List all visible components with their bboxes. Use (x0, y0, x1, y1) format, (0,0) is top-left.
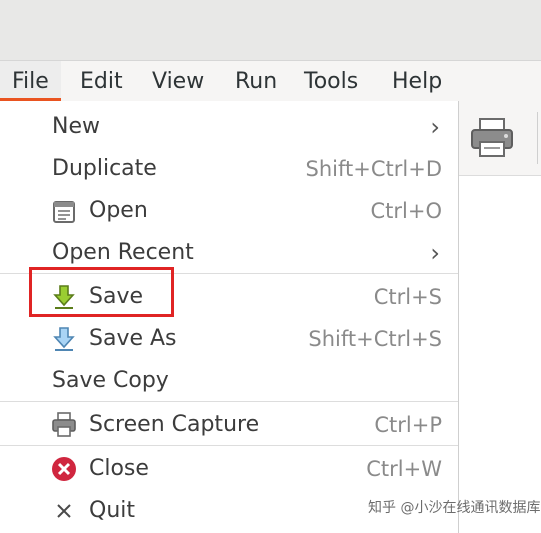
menu-run[interactable]: Run (223, 61, 289, 101)
menu-item-shortcut: Shift+Ctrl+S (308, 327, 442, 351)
save-as-arrow-icon (50, 325, 78, 353)
menu-item-shortcut: Ctrl+P (374, 413, 442, 437)
menu-item-label: Screen Capture (89, 412, 260, 437)
watermark-text: 知乎 @小沙在线通讯数据库 (368, 500, 541, 516)
menu-edit[interactable]: Edit (68, 61, 135, 101)
menu-item-duplicate[interactable]: Duplicate Shift+Ctrl+D (0, 147, 458, 189)
menu-item-shortcut: Ctrl+W (366, 457, 442, 481)
menu-file[interactable]: File (0, 61, 61, 101)
menu-item-label: Save Copy (52, 368, 169, 393)
menu-item-shortcut: Shift+Ctrl+D (305, 157, 442, 181)
close-circle-icon (50, 455, 78, 483)
menu-view[interactable]: View (140, 61, 216, 101)
menu-item-label: Quit (89, 498, 135, 523)
menu-item-shortcut: Ctrl+O (370, 199, 443, 223)
menu-separator (0, 445, 458, 446)
window-titlebar (0, 0, 541, 61)
chevron-right-icon: › (430, 113, 440, 141)
menu-help[interactable]: Help (380, 61, 454, 101)
menu-item-open[interactable]: Open Ctrl+O (0, 189, 458, 231)
menu-item-label: New (52, 114, 100, 139)
menu-item-save-as[interactable]: Save As Shift+Ctrl+S (0, 317, 458, 359)
menu-item-shortcut: Ctrl+S (373, 285, 442, 309)
menu-item-save-copy[interactable]: Save Copy (0, 359, 458, 401)
file-menu-dropdown: New › Duplicate Shift+Ctrl+D Open Ctrl+O… (0, 101, 459, 533)
menu-item-label: Open (89, 198, 148, 223)
menu-item-screen-capture[interactable]: Screen Capture Ctrl+P (0, 403, 458, 445)
menu-item-label: Save As (89, 326, 177, 351)
menu-item-label: Close (89, 456, 149, 481)
toolbar-print-button[interactable] (468, 117, 516, 159)
menu-item-close[interactable]: Close Ctrl+W (0, 447, 458, 489)
toolbar-separator (537, 112, 538, 164)
printer-icon (471, 118, 513, 157)
menu-separator (0, 401, 458, 402)
x-icon (50, 497, 78, 525)
menu-item-label: Duplicate (52, 156, 157, 181)
chevron-right-icon: › (430, 239, 440, 267)
menu-tools[interactable]: Tools (292, 61, 370, 101)
menu-item-new[interactable]: New › (0, 105, 458, 147)
document-open-icon (50, 197, 78, 225)
save-highlight-box (29, 267, 174, 317)
menubar: File Edit View Run Tools Help (0, 61, 541, 101)
printer-icon (50, 411, 78, 439)
